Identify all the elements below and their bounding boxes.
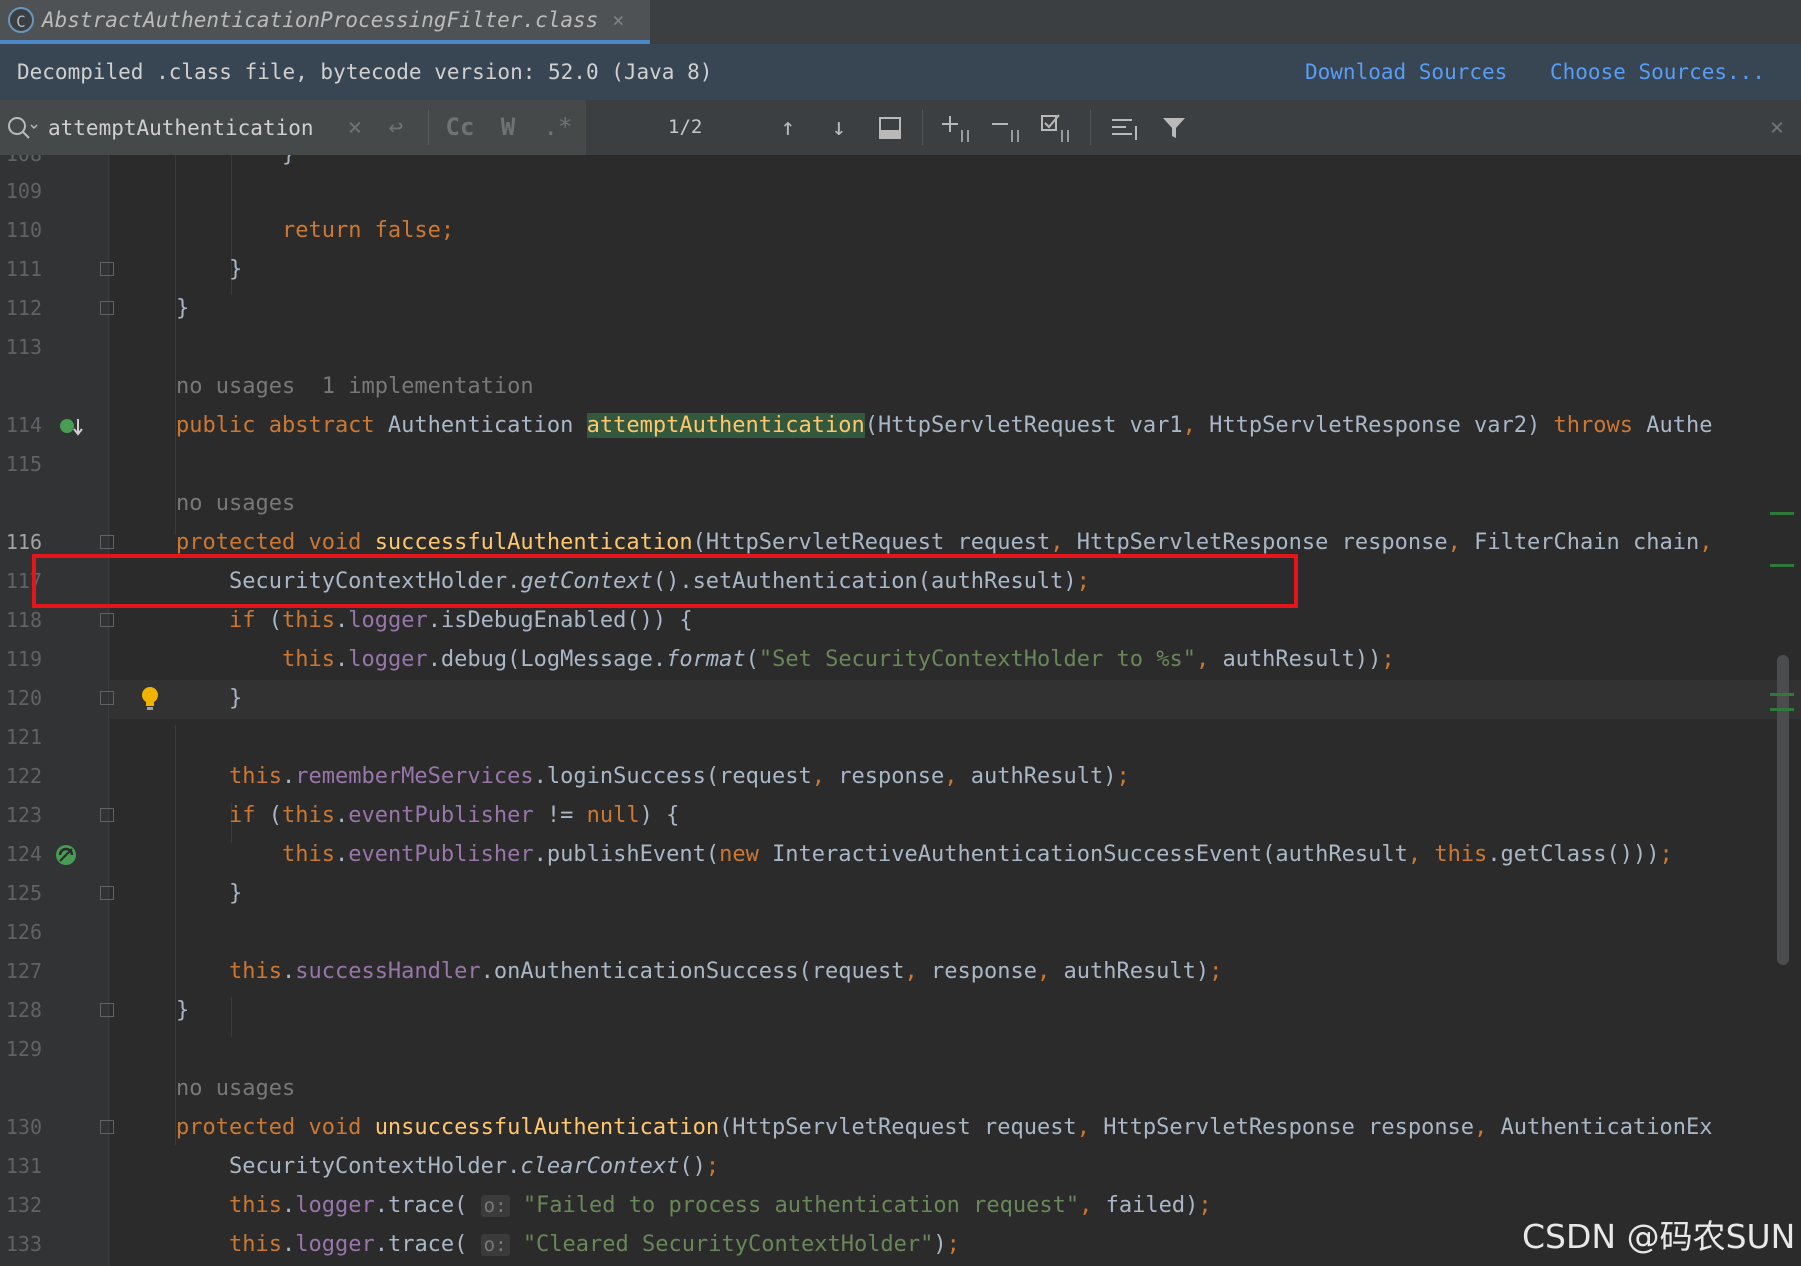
tab-title: AbstractAuthenticationProcessingFilter.c… xyxy=(42,8,599,32)
next-occurrence-icon[interactable]: ↓ xyxy=(821,100,857,155)
filter-options-icon[interactable] xyxy=(1110,114,1140,142)
choose-sources-link[interactable]: Choose Sources... xyxy=(1550,60,1765,84)
lightbulb-icon[interactable] xyxy=(138,685,162,713)
fold-icon[interactable] xyxy=(100,613,114,627)
implemented-method-icon[interactable] xyxy=(58,416,84,438)
code-line: 121 xyxy=(5,725,42,749)
fold-icon[interactable] xyxy=(100,691,114,705)
code-line: 120 } xyxy=(5,685,243,713)
editor-tab-bar: C AbstractAuthenticationProcessingFilter… xyxy=(0,0,1801,44)
code-line: 122 this.rememberMeServices.loginSuccess… xyxy=(5,764,1130,789)
whole-words-toggle[interactable]: W xyxy=(490,100,526,155)
code-line: 129 xyxy=(5,1037,42,1061)
unselect-occurrence-icon[interactable] xyxy=(990,112,1024,144)
change-marker xyxy=(1770,512,1794,515)
code-line: 114 public abstract Authentication attem… xyxy=(5,413,1713,438)
editor-tab[interactable]: C AbstractAuthenticationProcessingFilter… xyxy=(0,0,650,44)
fold-icon[interactable] xyxy=(100,262,114,276)
regex-toggle[interactable]: .* xyxy=(540,100,576,155)
tab-close-icon[interactable]: × xyxy=(612,8,624,32)
fold-icon[interactable] xyxy=(100,301,114,315)
decompiled-banner: Decompiled .class file, bytecode version… xyxy=(0,44,1801,100)
banner-text: Decompiled .class file, bytecode version… xyxy=(17,60,713,84)
previous-occurrence-icon[interactable]: ↑ xyxy=(770,100,806,155)
usage-hint: no usages xyxy=(176,491,296,516)
match-case-toggle[interactable]: Cc xyxy=(440,100,480,155)
code-line: 111 } xyxy=(5,257,243,282)
code-line: 113 xyxy=(5,335,42,359)
code-line: 124 this.eventPublisher.publishEvent(new… xyxy=(5,842,1673,867)
code-line: 119 this.logger.debug(LogMessage.format(… xyxy=(5,647,1395,672)
close-search-icon[interactable]: × xyxy=(1762,100,1792,155)
add-selection-icon[interactable] xyxy=(940,112,974,144)
match-count: 1/2 xyxy=(668,116,703,138)
search-field[interactable]: attemptAuthentication × ↩ Cc W .* xyxy=(0,100,586,155)
code-line: 112 } xyxy=(5,296,190,321)
fold-icon[interactable] xyxy=(100,1003,114,1017)
usage-hint: no usages 1 implementation xyxy=(176,374,534,399)
find-toolbar: attemptAuthentication × ↩ Cc W .* 1/2 ↑ … xyxy=(0,100,1801,155)
clear-search-icon[interactable]: × xyxy=(340,100,370,155)
code-line: 115 xyxy=(5,452,42,476)
select-all-occurrences-icon[interactable] xyxy=(1040,112,1074,144)
event-publisher-icon[interactable] xyxy=(54,843,78,867)
code-line: 130 protected void unsuccessfulAuthentic… xyxy=(5,1115,1713,1140)
highlight-annotation-box xyxy=(32,554,1298,608)
change-marker xyxy=(1770,693,1794,696)
open-in-window-icon[interactable] xyxy=(876,114,904,142)
change-marker xyxy=(1770,564,1794,567)
filter-icon[interactable] xyxy=(1160,114,1188,142)
editor-scrollbar[interactable] xyxy=(1777,655,1789,965)
fold-icon[interactable] xyxy=(100,886,114,900)
download-sources-link[interactable]: Download Sources xyxy=(1305,60,1507,84)
code-line: 123 if (this.eventPublisher != null) { xyxy=(5,803,680,828)
code-line: 109 xyxy=(5,179,42,203)
code-editor[interactable]: 108 } 109 110 return false; 111 } 112 } … xyxy=(0,155,1801,1266)
class-file-icon: C xyxy=(8,7,34,33)
watermark: CSDN @码农SUN xyxy=(1522,1217,1796,1256)
code-line: 131 SecurityContextHolder.clearContext()… xyxy=(5,1154,720,1179)
code-line: 127 this.successHandler.onAuthentication… xyxy=(5,959,1223,984)
code-line: 126 xyxy=(5,920,42,944)
new-line-icon[interactable]: ↩ xyxy=(378,100,414,155)
code-line: 128 } xyxy=(5,998,190,1023)
fold-icon[interactable] xyxy=(100,1120,114,1134)
change-marker xyxy=(1770,708,1794,711)
search-icon xyxy=(8,116,38,139)
fold-icon[interactable] xyxy=(100,535,114,549)
usage-hint: no usages xyxy=(176,1076,296,1101)
search-input[interactable]: attemptAuthentication xyxy=(48,116,314,140)
code-line: 125 } xyxy=(5,881,243,906)
fold-icon[interactable] xyxy=(100,808,114,822)
code-line: 110 return false; xyxy=(5,218,455,243)
